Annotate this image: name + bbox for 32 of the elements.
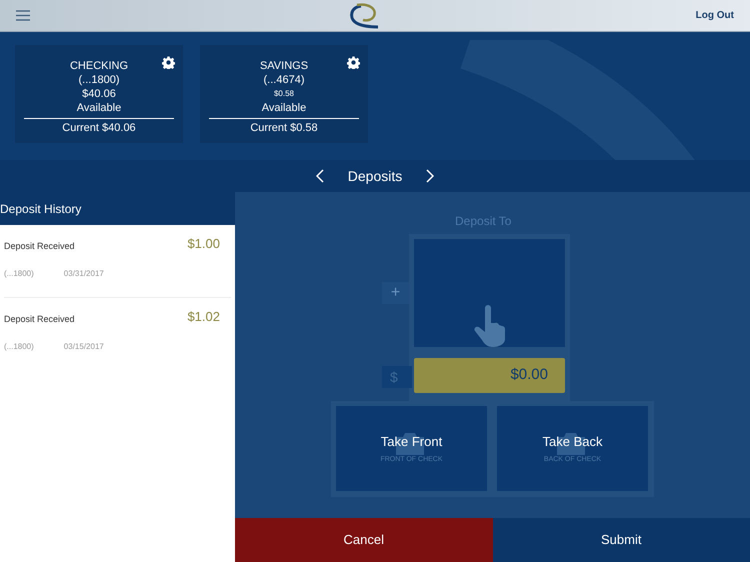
available-label: Available — [76, 101, 122, 115]
account-name: SAVINGS — [260, 59, 308, 73]
section-title: Deposit History — [0, 200, 82, 218]
chevron-right-icon[interactable] — [426, 169, 434, 183]
chevron-left-icon[interactable] — [316, 169, 324, 183]
account-number: (...1800) — [4, 268, 34, 280]
account-number: (...1800) — [78, 73, 120, 87]
page-title: Deposits — [348, 166, 402, 186]
deposit-label: Deposit Received — [4, 313, 75, 326]
deposit-date: 03/31/2017 — [64, 268, 104, 280]
available-label: Available — [262, 101, 306, 115]
settings-icon[interactable] — [162, 56, 175, 69]
tap-hand-icon — [472, 305, 506, 347]
account-number: (...4674) — [264, 73, 304, 87]
account-number: (...1800) — [4, 340, 34, 352]
account-balance: $0.58 — [274, 88, 294, 100]
deposit-account-area[interactable] — [414, 239, 565, 347]
deposit-label: Deposit Received — [4, 240, 75, 253]
account-balance: $40.06 — [82, 87, 116, 101]
deposit-amount: $1.00 — [187, 235, 220, 253]
settings-icon[interactable] — [347, 56, 360, 69]
current-balance: Current $0.58 — [250, 121, 318, 135]
deposit-amount: $1.02 — [187, 308, 220, 326]
account-card[interactable]: SAVINGS (...4674) $0.58 Available Current $0.58 — [200, 45, 368, 143]
menu-icon[interactable] — [16, 10, 30, 21]
current-balance: Current $40.06 — [62, 121, 136, 135]
cancel-button[interactable]: Cancel — [235, 518, 492, 562]
deposit-date: 03/15/2017 — [64, 340, 104, 352]
account-name: CHECKING — [70, 59, 128, 73]
account-card[interactable]: CHECKING (...1800) $40.06 Available Current $40.06 — [15, 45, 183, 143]
submit-button[interactable]: Submit — [492, 518, 750, 562]
logout-link[interactable]: Log Out — [696, 8, 734, 23]
